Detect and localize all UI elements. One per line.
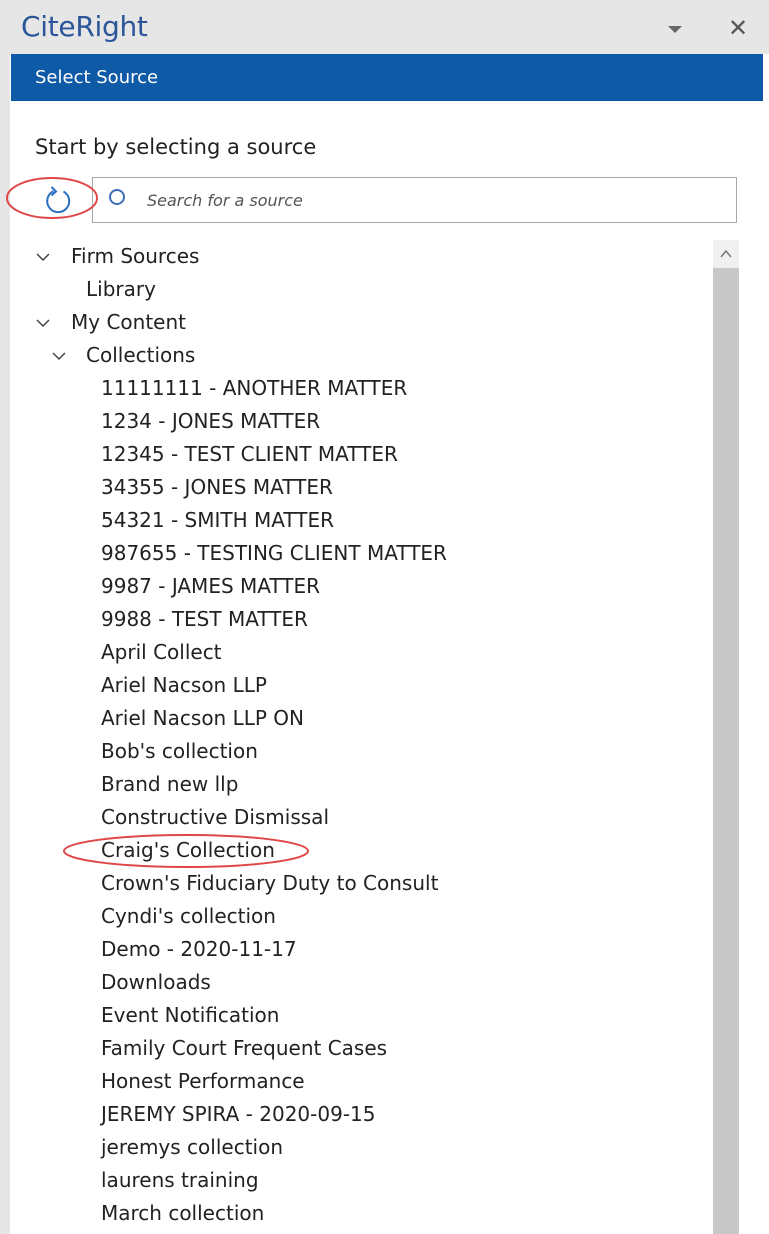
source-tree: Firm Sources Library My Content Collections… xyxy=(10,240,710,1234)
chevron-down-icon[interactable] xyxy=(35,315,51,331)
collection-item[interactable]: March collection xyxy=(101,1197,264,1230)
collection-item[interactable]: Constructive Dismissal xyxy=(101,801,329,834)
tree-node-my-content[interactable]: My Content xyxy=(71,306,186,339)
collection-item[interactable]: 34355 - JONES MATTER xyxy=(101,471,333,504)
chevron-down-icon[interactable] xyxy=(35,249,51,265)
search-icon xyxy=(109,189,125,205)
prompt-text: Start by selecting a source xyxy=(35,135,317,159)
collection-item[interactable]: 1234 - JONES MATTER xyxy=(101,405,320,438)
tree-node-collections[interactable]: Collections xyxy=(86,339,195,372)
chevron-up-icon xyxy=(720,249,732,258)
app-title: CiteRight xyxy=(21,10,148,43)
collection-item[interactable]: Family Court Frequent Cases xyxy=(101,1032,387,1065)
collection-item[interactable]: jeremys collection xyxy=(101,1131,283,1164)
section-title: Select Source xyxy=(35,67,159,88)
collection-item[interactable]: Event Notification xyxy=(101,999,279,1032)
collection-item[interactable]: 11111111 - ANOTHER MATTER xyxy=(101,372,407,405)
collection-item[interactable]: Ariel Nacson LLP ON xyxy=(101,702,304,735)
title-bar: CiteRight ✕ xyxy=(10,0,769,54)
collection-item[interactable]: 9987 - JAMES MATTER xyxy=(101,570,320,603)
collection-item[interactable]: Cyndi's collection xyxy=(101,900,276,933)
tree-node-firm-sources[interactable]: Firm Sources xyxy=(71,240,199,273)
close-icon[interactable]: ✕ xyxy=(727,14,749,42)
scroll-up-button[interactable] xyxy=(713,240,739,268)
refresh-highlight-annotation xyxy=(6,177,98,219)
collection-item[interactable]: Bob's collection xyxy=(101,735,258,768)
collection-item[interactable]: 12345 - TEST CLIENT MATTER xyxy=(101,438,398,471)
collection-item[interactable]: April Collect xyxy=(101,636,222,669)
section-header: Select Source xyxy=(11,54,763,101)
chevron-down-icon[interactable] xyxy=(51,348,67,364)
collection-item[interactable]: 54321 - SMITH MATTER xyxy=(101,504,334,537)
collection-item[interactable]: Honest Performance xyxy=(101,1065,305,1098)
collection-item[interactable]: JEREMY SPIRA - 2020-09-15 xyxy=(101,1098,375,1131)
search-box[interactable] xyxy=(92,177,737,223)
search-input[interactable] xyxy=(143,178,731,222)
collection-item[interactable]: Ariel Nacson LLP xyxy=(101,669,267,702)
tree-item-library[interactable]: Library xyxy=(86,273,156,306)
collection-item[interactable]: Crown's Fiduciary Duty to Consult xyxy=(101,867,438,900)
collection-item[interactable]: Brand new llp xyxy=(101,768,238,801)
collection-item[interactable]: laurens training xyxy=(101,1164,259,1197)
collection-item[interactable]: Demo - 2020-11-17 xyxy=(101,933,297,966)
collection-item[interactable]: Downloads xyxy=(101,966,211,999)
tree-scrollbar[interactable] xyxy=(713,240,739,1234)
citeright-pane: CiteRight ✕ Select Source Start by selec… xyxy=(6,0,769,1234)
pane-options-chevron-down-icon[interactable] xyxy=(668,26,682,33)
collection-item[interactable]: 987655 - TESTING CLIENT MATTER xyxy=(101,537,447,570)
item-highlight-annotation xyxy=(63,834,309,868)
collection-item[interactable]: 9988 - TEST MATTER xyxy=(101,603,308,636)
